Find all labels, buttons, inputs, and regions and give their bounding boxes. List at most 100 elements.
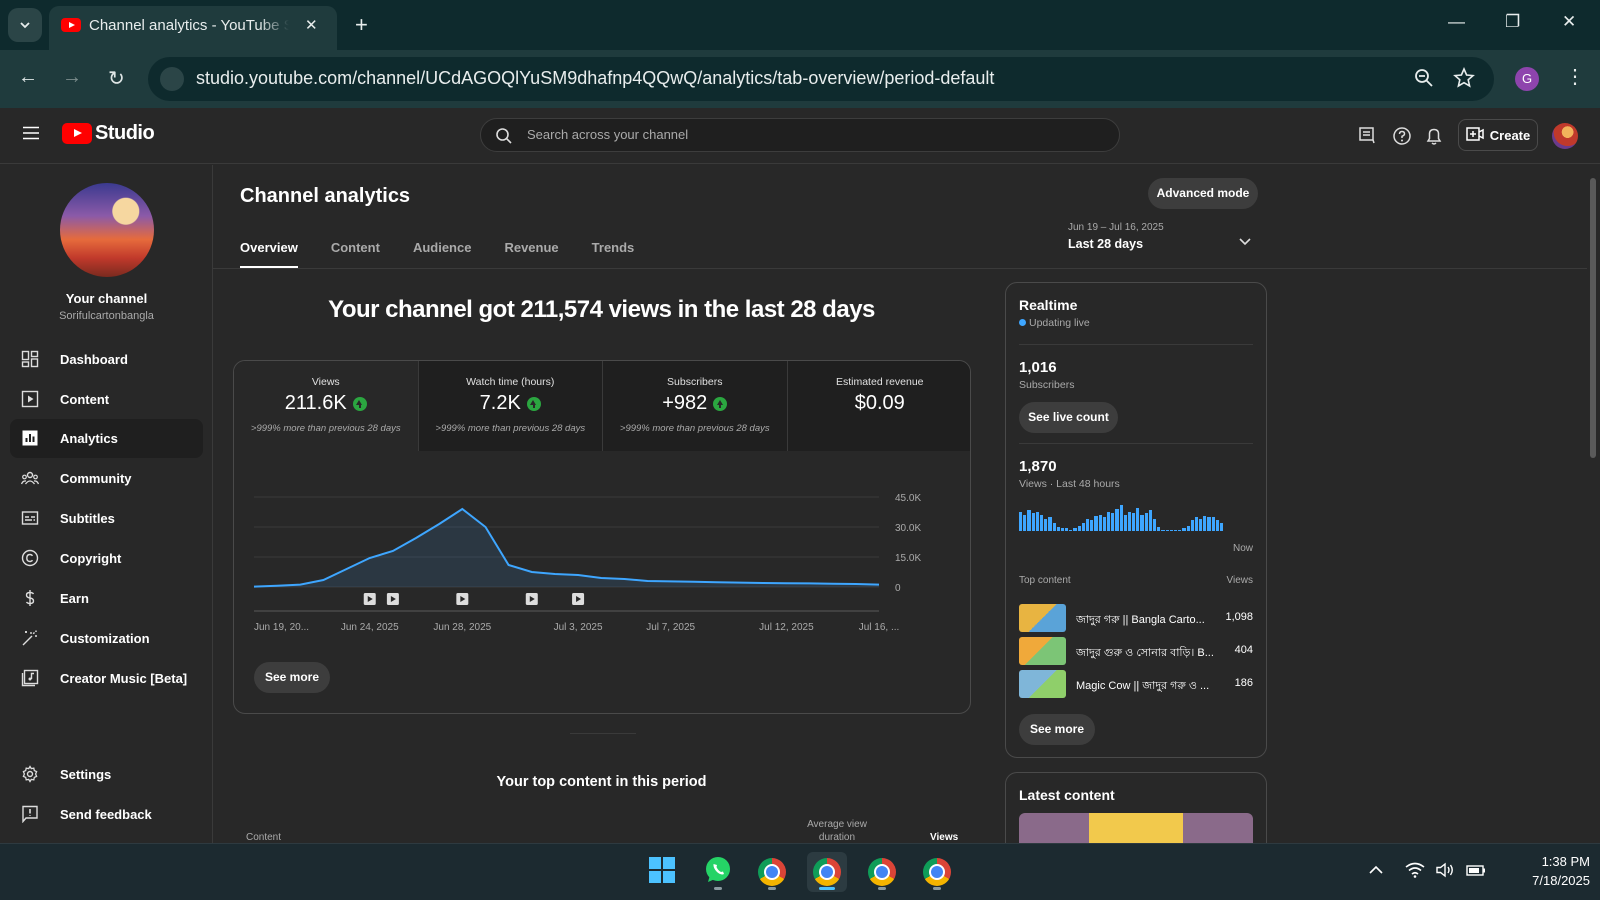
views-line-chart[interactable]: Jun 19, 20... Jun 24, 2025 Jun 28, 2025 Jul… xyxy=(234,451,970,651)
taskbar-whatsapp[interactable] xyxy=(698,852,738,892)
video-published-icon[interactable] xyxy=(456,593,469,605)
help-icon[interactable] xyxy=(1392,126,1412,151)
create-button[interactable]: Create xyxy=(1458,119,1538,151)
tab-close-icon[interactable]: ✕ xyxy=(305,16,318,34)
sidebar-item-copyright[interactable]: Copyright xyxy=(10,539,203,578)
realtime-bar xyxy=(1182,528,1186,531)
list-item[interactable]: জাদুর গরু || Bangla Carto... 1,098 xyxy=(1019,604,1253,632)
scrollbar-thumb[interactable] xyxy=(1590,178,1596,458)
windows-start-icon xyxy=(648,856,676,889)
minimize-icon[interactable]: — xyxy=(1448,12,1465,32)
video-title: Magic Cow || জাদুর গরু ও ... xyxy=(1076,680,1210,692)
taskbar-clock[interactable]: 1:38 PM 7/18/2025 xyxy=(1500,852,1590,890)
realtime-see-more-button[interactable]: See more xyxy=(1019,714,1095,745)
sidebar-item-dashboard[interactable]: Dashboard xyxy=(10,340,203,379)
battery-icon[interactable] xyxy=(1465,862,1487,883)
volume-icon[interactable] xyxy=(1435,862,1455,883)
advanced-mode-button[interactable]: Advanced mode xyxy=(1148,178,1258,209)
realtime-card: Realtime Updating live 1,016 Subscribers… xyxy=(1005,282,1267,758)
date-range-picker[interactable]: Jun 19 – Jul 16, 2025 Last 28 days xyxy=(1068,222,1258,251)
realtime-bar xyxy=(1220,523,1224,531)
taskbar-chrome-2[interactable] xyxy=(807,852,847,892)
reload-icon[interactable]: ↻ xyxy=(108,66,125,91)
realtime-bar xyxy=(1199,519,1203,531)
tab-revenue[interactable]: Revenue xyxy=(504,240,558,268)
running-indicator xyxy=(819,887,835,890)
new-tab-icon[interactable]: + xyxy=(355,12,368,38)
taskbar-chrome-4[interactable] xyxy=(917,852,957,892)
content-icon xyxy=(21,390,39,408)
tab-title: Channel analytics - YouTube Studio xyxy=(89,17,289,34)
metric-value: $0.09 xyxy=(854,392,905,414)
x-tick-label: Jun 19, 20... xyxy=(254,622,309,633)
sidebar-item-send-feedback[interactable]: Send feedback xyxy=(10,795,203,834)
metric-subscribers[interactable]: Subscribers +982 >999% more than previou… xyxy=(603,361,788,451)
see-more-button[interactable]: See more xyxy=(254,662,330,693)
studio-logo[interactable]: Studio xyxy=(62,122,155,145)
back-icon[interactable]: ← xyxy=(18,66,38,89)
realtime-bar xyxy=(1039,515,1044,531)
video-published-icon[interactable] xyxy=(363,593,376,605)
browser-menu-icon[interactable]: ⋮ xyxy=(1565,64,1585,89)
start-button[interactable] xyxy=(642,852,682,892)
taskbar-chrome-1[interactable] xyxy=(752,852,792,892)
browser-profile-avatar[interactable]: G xyxy=(1515,67,1539,91)
list-item[interactable]: Magic Cow || জাদুর গরু ও ... 186 xyxy=(1019,670,1253,698)
realtime-bar xyxy=(1136,508,1140,531)
sidebar-item-creator-music[interactable]: Creator Music [Beta] xyxy=(10,659,203,698)
metric-estimated-revenue[interactable]: Estimated revenue $0.09 xyxy=(787,361,970,451)
list-item[interactable]: জাদুর গুরু ও সোনার বাড়ি। B... 404 xyxy=(1019,637,1253,665)
sidebar-item-analytics[interactable]: Analytics xyxy=(10,419,203,458)
window-close-icon[interactable]: ✕ xyxy=(1562,12,1576,32)
clock-time: 1:38 PM xyxy=(1541,854,1590,869)
metric-label: Watch time (hours) xyxy=(466,376,555,388)
address-bar[interactable]: studio.youtube.com/channel/UCdAGOQlYuSM9… xyxy=(148,57,1494,101)
metric-views[interactable]: Views 211.6K >999% more than previous 28… xyxy=(234,361,419,451)
notifications-icon[interactable] xyxy=(1425,126,1443,151)
sidebar-item-community[interactable]: Community xyxy=(10,459,203,498)
sidebar-item-earn[interactable]: Earn xyxy=(10,579,203,618)
realtime-bar xyxy=(1027,510,1031,531)
youtube-logo-icon xyxy=(62,123,92,144)
bookmark-star-icon[interactable] xyxy=(1453,66,1475,94)
tab-trends[interactable]: Trends xyxy=(592,240,635,268)
realtime-bar xyxy=(1178,530,1182,531)
video-title: জাদুর গরু || Bangla Carto... xyxy=(1076,614,1205,626)
see-live-count-button[interactable]: See live count xyxy=(1019,402,1118,433)
column-header-avg-view-duration[interactable]: Average view duration xyxy=(800,818,874,844)
sidebar-item-content[interactable]: Content xyxy=(10,380,203,419)
browser-tab[interactable]: Channel analytics - YouTube Studio ✕ xyxy=(49,6,337,50)
realtime-bar xyxy=(1086,519,1090,531)
video-published-icon[interactable] xyxy=(386,593,399,605)
tab-overview[interactable]: Overview xyxy=(240,240,298,268)
page-scrollbar[interactable] xyxy=(1589,170,1597,842)
tab-search-button[interactable] xyxy=(8,8,42,42)
column-header-views[interactable]: Views xyxy=(930,832,958,843)
metric-watch-time[interactable]: Watch time (hours) 7.2K >999% more than … xyxy=(418,361,603,451)
tab-audience[interactable]: Audience xyxy=(413,240,472,268)
wifi-icon[interactable] xyxy=(1405,862,1425,883)
hamburger-menu-icon[interactable] xyxy=(22,126,40,145)
search-input[interactable] xyxy=(527,127,1087,142)
account-avatar[interactable] xyxy=(1552,123,1578,149)
short-published-icon[interactable] xyxy=(572,593,585,605)
realtime-views-bar-chart[interactable] xyxy=(1019,505,1253,531)
sidebar-item-subtitles[interactable]: Subtitles xyxy=(10,499,203,538)
video-published-icon[interactable] xyxy=(525,593,538,605)
zoom-icon[interactable] xyxy=(1413,67,1435,94)
site-info-icon[interactable] xyxy=(160,67,184,91)
whatsapp-icon xyxy=(703,855,733,890)
messages-icon[interactable] xyxy=(1358,126,1376,149)
channel-search[interactable] xyxy=(480,118,1120,152)
overview-metrics-card: Views 211.6K >999% more than previous 28… xyxy=(233,360,971,714)
gear-icon xyxy=(21,765,39,783)
taskbar-chrome-3[interactable] xyxy=(862,852,902,892)
realtime-bar xyxy=(1140,515,1144,531)
show-hidden-icons-icon[interactable] xyxy=(1368,862,1384,883)
channel-avatar[interactable] xyxy=(60,183,154,277)
sidebar-item-settings[interactable]: Settings xyxy=(10,755,203,794)
forward-icon[interactable]: → xyxy=(62,66,82,89)
restore-icon[interactable]: ❐ xyxy=(1505,12,1520,32)
tab-content[interactable]: Content xyxy=(331,240,380,268)
sidebar-item-customization[interactable]: Customization xyxy=(10,619,203,658)
